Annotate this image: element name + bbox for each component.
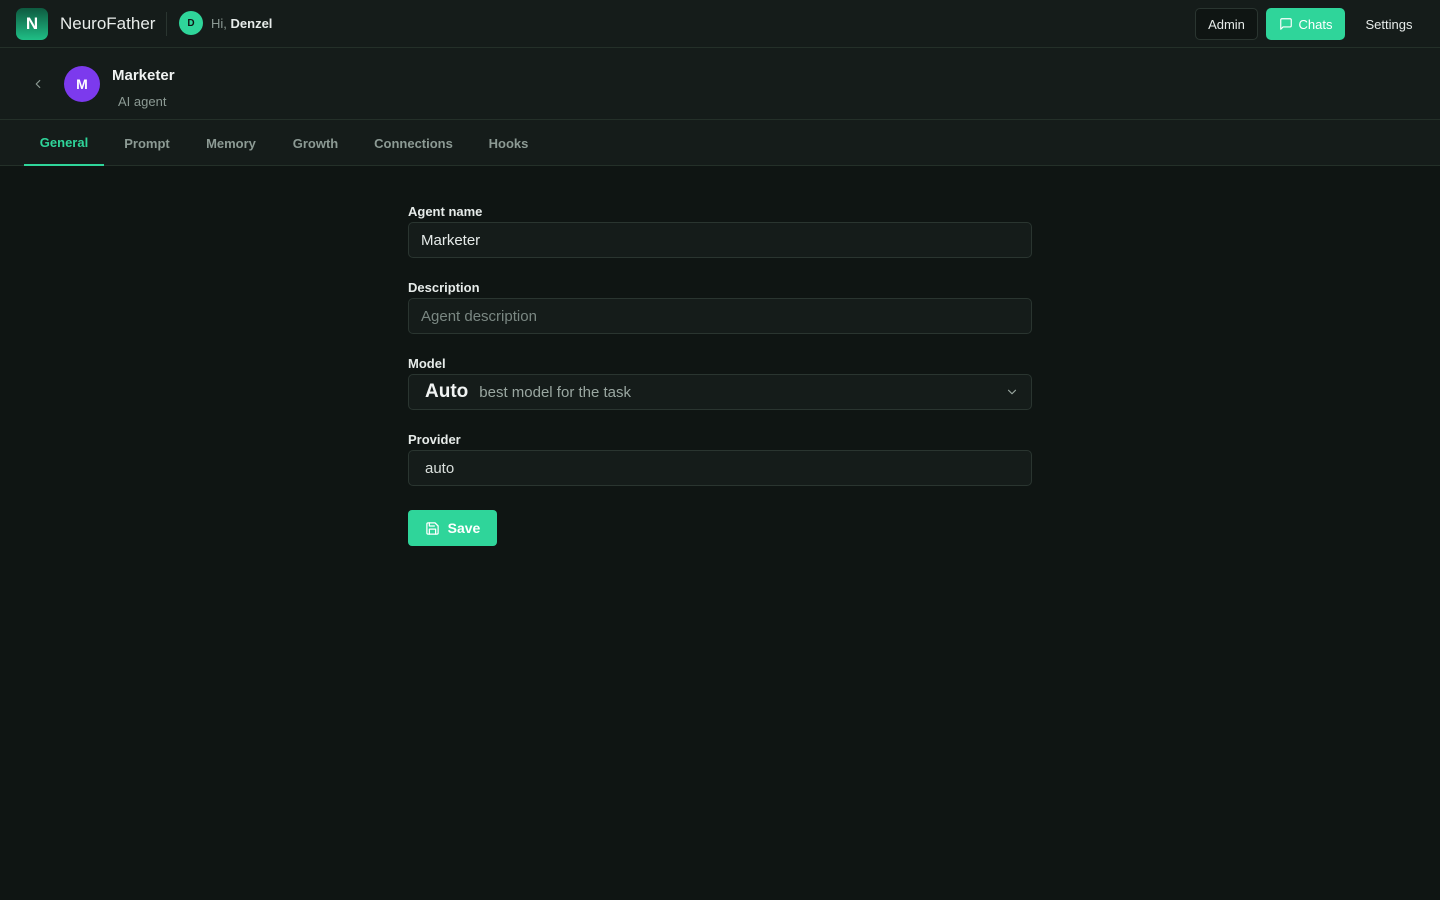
model-label: Model (408, 356, 446, 371)
brand-name[interactable]: NeuroFather (60, 14, 155, 34)
top-bar: N NeuroFather D Hi, Denzel Admin Chats S… (0, 0, 1440, 48)
agent-name: Marketer (112, 67, 175, 84)
tab-prompt[interactable]: Prompt (114, 120, 180, 166)
tab-growth[interactable]: Growth (283, 120, 348, 166)
save-button[interactable]: Save (408, 510, 497, 546)
tab-bar: General Prompt Memory Growth Connections… (0, 120, 1440, 166)
chevron-down-icon (1007, 389, 1017, 395)
user-name: Denzel (230, 16, 273, 31)
message-square-icon (1279, 18, 1292, 30)
description-input[interactable] (408, 298, 1032, 334)
user-avatar[interactable]: D (179, 11, 203, 35)
admin-button[interactable]: Admin (1195, 8, 1258, 40)
tab-connections[interactable]: Connections (364, 120, 463, 166)
provider-select[interactable]: auto (408, 450, 1032, 486)
model-description: best model for the task (479, 383, 632, 401)
divider (166, 12, 167, 36)
model-select[interactable]: Auto best model for the task (408, 374, 1032, 410)
save-label: Save (447, 520, 481, 536)
back-button[interactable] (26, 72, 50, 96)
app-logo[interactable]: N (16, 8, 48, 40)
provider-selected-value: auto (425, 459, 455, 477)
agent-name-input[interactable] (408, 222, 1032, 258)
tab-general[interactable]: General (24, 120, 104, 166)
greeting-prefix: Hi, (211, 16, 227, 31)
settings-button[interactable]: Settings (1356, 8, 1422, 40)
floppy-disk-icon (425, 521, 439, 535)
agent-type: AI agent (118, 94, 167, 109)
provider-label: Provider (408, 432, 461, 447)
chevron-left-icon (35, 79, 41, 89)
chats-label: Chats (1298, 16, 1333, 32)
chats-button[interactable]: Chats (1266, 8, 1345, 40)
description-label: Description (408, 280, 480, 295)
agent-header: M Marketer AI agent (0, 48, 1440, 120)
model-selected-value: Auto (425, 381, 469, 402)
user-greeting: Hi, Denzel (211, 16, 272, 31)
tab-memory[interactable]: Memory (196, 120, 266, 166)
agent-avatar: M (64, 66, 100, 102)
tab-hooks[interactable]: Hooks (479, 120, 538, 166)
agent-name-label: Agent name (408, 204, 483, 219)
